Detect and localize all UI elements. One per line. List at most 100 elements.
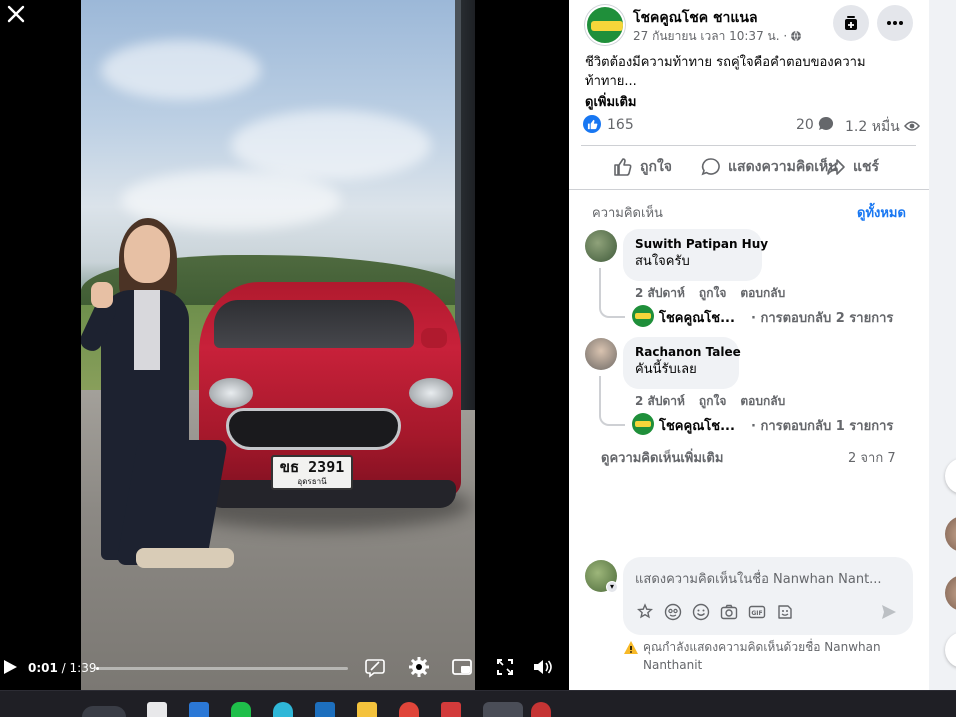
view-replies-link[interactable]: · การตอบกลับ 1 รายการ (751, 415, 893, 436)
eye-icon (904, 121, 921, 131)
comments-pager: 2 จาก 7 (848, 451, 896, 466)
like-button[interactable]: ถูกใจ (612, 154, 672, 180)
view-more-comments-link[interactable]: ดูความคิดเห็นเพิ่มเติม (601, 447, 723, 468)
comment-author[interactable]: Rachanon Talee (635, 344, 741, 360)
send-icon[interactable] (880, 603, 898, 621)
file-icon[interactable] (147, 702, 167, 717)
add-collection-icon (845, 16, 857, 30)
edge-browser-icon[interactable] (273, 702, 293, 717)
commenter-avatar[interactable] (585, 338, 617, 370)
comment-icon (701, 158, 720, 176)
save-post-button[interactable] (833, 5, 869, 41)
comment-meta: 2 สัปดาห์ ถูกใจ ตอบกลับ (635, 392, 799, 411)
reply-avatar[interactable] (632, 305, 654, 327)
comment-text: สนใจครับ (635, 254, 690, 269)
reply-author[interactable]: โชคคูณโช... (659, 307, 735, 328)
more-dots-icon (887, 21, 903, 25)
comment-button[interactable]: แสดงความคิดเห็น (700, 154, 838, 180)
captions-icon[interactable] (364, 656, 386, 678)
active-app-icon[interactable] (483, 702, 523, 717)
reply-author[interactable]: โชคคูณโช... (659, 415, 735, 436)
play-icon[interactable] (2, 659, 18, 675)
plate-province: อุดรธานี (297, 477, 327, 486)
comment-time[interactable]: 2 สัปดาห์ (635, 286, 685, 300)
video-progress-bar[interactable] (96, 667, 348, 670)
thread-line (599, 268, 625, 318)
browser-profile-icon[interactable] (531, 702, 551, 717)
comment-count[interactable]: 20 (796, 116, 834, 133)
reply-avatar[interactable] (632, 413, 654, 435)
comment-text: คันนี้รับเลย (635, 362, 697, 377)
warning-icon (623, 640, 639, 656)
picture-in-picture-icon[interactable] (451, 656, 473, 678)
comment-count-number[interactable]: 20 (796, 117, 814, 133)
globe-icon (790, 30, 802, 45)
thumbs-up-icon (614, 158, 632, 176)
sticker-icon[interactable] (776, 603, 794, 621)
comment-time[interactable]: 2 สัปดาห์ (635, 394, 685, 408)
comment-identity-notice: คุณกำลังแสดงความคิดเห็นด้วยชื่อ Nanwhan … (643, 640, 881, 672)
plate-number: ขธ 2391 (279, 458, 345, 476)
comment-like-link[interactable]: ถูกใจ (699, 286, 726, 300)
line-app-icon[interactable] (231, 702, 251, 717)
calendar-icon[interactable] (441, 702, 461, 717)
divider (581, 145, 916, 146)
video-player[interactable]: ขธ 2391 อุดรธานี (0, 0, 569, 690)
divider (569, 189, 929, 190)
see-more-link[interactable]: ดูเพิ่มเติม (585, 91, 636, 112)
settings-gear-icon[interactable] (408, 656, 430, 678)
post-date[interactable]: 27 กันยายน เวลา 10:37 น. · (633, 27, 802, 46)
time-current: 0:01 (28, 661, 58, 675)
post-caption: ชีวิตต้องมีความท้าทาย รถคู่ใจคือคำตอบของ… (585, 55, 866, 89)
share-label[interactable]: แชร์ (853, 156, 879, 178)
comment-bubble-icon (819, 116, 834, 130)
comment-reply-link[interactable]: ตอบกลับ (740, 394, 785, 408)
volume-icon[interactable] (531, 656, 553, 678)
like-reaction-icon[interactable] (583, 115, 601, 133)
gif-icon[interactable]: GIF (748, 603, 766, 621)
comment-reply-link[interactable]: ตอบกลับ (740, 286, 785, 300)
comment-author[interactable]: Suwith Patipan Huy (635, 236, 768, 252)
post-date-text[interactable]: 27 กันยายน เวลา 10:37 น. · (633, 29, 787, 43)
comment-label[interactable]: แสดงความคิดเห็น (728, 156, 838, 178)
share-icon (827, 159, 845, 175)
chrome-browser-icon[interactable] (399, 702, 419, 717)
time-total: 1:39 (69, 661, 97, 675)
time-separator: / (57, 661, 70, 675)
comment-bubble: Rachanon Talee คันนี้รับเลย (623, 337, 741, 389)
like-label[interactable]: ถูกใจ (640, 156, 672, 178)
view-count-number: 1.2 หมื่น (845, 119, 900, 135)
mail-icon[interactable] (315, 702, 335, 717)
video-progress-fill (96, 667, 99, 670)
more-options-button[interactable] (877, 5, 913, 41)
page-avatar[interactable] (585, 5, 625, 45)
comments-header: ความคิดเห็น (592, 206, 663, 221)
view-replies-link[interactable]: · การตอบกลับ 2 รายการ (751, 307, 893, 328)
share-button[interactable]: แชร์ (825, 154, 879, 180)
comment-meta: 2 สัปดาห์ ถูกใจ ตอบกลับ (635, 284, 799, 303)
close-icon[interactable] (4, 2, 28, 26)
svg-text:GIF: GIF (751, 610, 762, 617)
thread-line (599, 376, 625, 426)
store-icon[interactable] (189, 702, 209, 717)
taskbar-search[interactable] (82, 706, 126, 717)
fullscreen-icon[interactable] (494, 656, 516, 678)
camera-icon[interactable] (720, 603, 738, 621)
like-count[interactable]: 165 (607, 117, 634, 133)
video-frame[interactable]: ขธ 2391 อุดรธานี (81, 0, 475, 690)
commenter-avatar[interactable] (585, 230, 617, 262)
avatar-sticker-icon[interactable] (636, 603, 654, 621)
comment-like-link[interactable]: ถูกใจ (699, 394, 726, 408)
license-plate: ขธ 2391 อุดรธานี (271, 455, 353, 490)
emoji-icon[interactable] (692, 603, 710, 621)
folder-icon[interactable] (357, 702, 377, 717)
page-name[interactable]: โชคคูณโชค ชาแนล (633, 7, 758, 29)
chevron-down-icon[interactable]: ▾ (606, 581, 618, 593)
view-count: 1.2 หมื่น (845, 116, 921, 138)
taskbar (0, 690, 956, 717)
see-all-comments-link[interactable]: ดูทั้งหมด (857, 202, 906, 223)
comment-input[interactable]: แสดงความคิดเห็นในชื่อ Nanwhan Nant... (635, 568, 882, 589)
comment-bubble: Suwith Patipan Huy สนใจครับ (623, 229, 768, 281)
avatar-icon[interactable] (664, 603, 682, 621)
video-time: 0:01 / 1:39 (28, 661, 96, 675)
